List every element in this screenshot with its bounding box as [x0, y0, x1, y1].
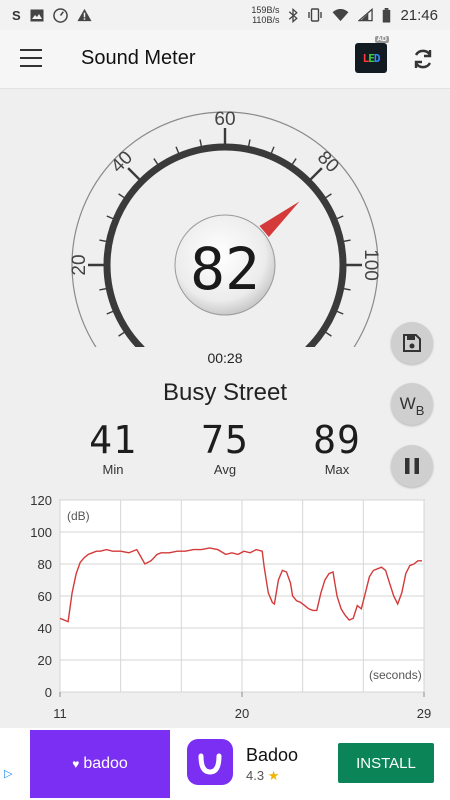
refresh-icon[interactable] [411, 47, 435, 71]
led-ad-text: LED [362, 51, 381, 65]
ad-brand-logo[interactable]: ♥ badoo [30, 730, 170, 798]
status-time: 21:46 [400, 6, 438, 24]
stat-max: 89 Max [287, 420, 387, 477]
gauge-tick-label: 100 [360, 249, 381, 281]
avg-label: Avg [213, 462, 237, 477]
status-right-icons: 159B/s 110B/s 21:46 [251, 5, 438, 25]
chart-y-tick-label: 80 [38, 557, 52, 572]
environment-label: Busy Street [162, 379, 288, 406]
gauge-tick-label: 20 [69, 254, 90, 275]
chart-x-ticks: 11 20 29 [53, 692, 431, 721]
chart-xlabel: (seconds) [369, 668, 422, 682]
app-title: Sound Meter [81, 47, 196, 69]
chart-y-tick-label: 60 [38, 589, 52, 604]
ad-app-name: Badoo [246, 745, 299, 765]
signal-icon [358, 8, 374, 22]
chart-y-ticks: 0 20 40 60 80 100 120 [30, 493, 52, 700]
bluetooth-icon [288, 7, 299, 23]
pause-button[interactable] [391, 445, 433, 487]
install-button[interactable]: INSTALL [338, 743, 434, 783]
ad-badge: AD [374, 36, 389, 43]
vibrate-icon [307, 8, 323, 22]
menu-icon[interactable] [20, 49, 42, 67]
stat-min: 41 Min [63, 420, 163, 477]
net-speed: 159B/s 110B/s [251, 5, 279, 25]
chart-y-tick-label: 40 [38, 621, 52, 636]
gauge-needle [259, 201, 300, 238]
ad-rating-value: 4.3 [246, 768, 265, 783]
heart-icon: ♥ [72, 757, 80, 771]
chart-x-tick-label: 11 [53, 706, 67, 721]
s-icon: S [12, 7, 21, 23]
chart-ylabel: (dB) [67, 509, 90, 523]
battery-icon [382, 7, 391, 23]
current-db-readout: 82 [190, 235, 260, 303]
gauge-tick-label: 60 [214, 109, 235, 130]
led-ad-button[interactable]: LED AD [355, 36, 389, 73]
ad-rating: 4.3 ★ [246, 768, 279, 784]
chart-y-tick-label: 0 [45, 685, 52, 700]
wifi-icon [332, 8, 349, 22]
net-down: 110B/s [252, 15, 280, 25]
pause-icon [405, 458, 419, 474]
ad-banner[interactable]: ▷ ♥ badoo Badoo 4.3 ★ INSTALL [0, 728, 450, 800]
chart-x-tick-label: 29 [417, 706, 431, 721]
chart-y-tick-label: 120 [30, 493, 52, 508]
min-value: 41 [89, 418, 137, 462]
weighting-label: WB [399, 394, 425, 418]
adchoices-icon[interactable]: ▷ [4, 767, 12, 780]
min-label: Min [102, 462, 124, 477]
star-icon: ★ [267, 768, 280, 783]
save-icon [403, 334, 421, 352]
weighting-button[interactable]: WB [391, 383, 433, 425]
warning-icon [77, 8, 92, 22]
chart-x-tick-label: 20 [235, 706, 249, 721]
speedometer-icon [52, 7, 68, 23]
status-bar: S 159B/s 110B/s 21:46 [0, 0, 450, 30]
max-value: 89 [313, 418, 361, 462]
max-label: Max [324, 462, 350, 477]
db-history-chart: 0 20 40 60 80 100 120 11 20 29 (dB) (seconds) [30, 493, 431, 721]
decibel-gauge: 20406080100120 82 [69, 109, 381, 347]
image-icon [30, 9, 44, 22]
chart-y-tick-label: 100 [30, 525, 52, 540]
stat-avg: 75 Avg [175, 420, 275, 477]
save-button[interactable] [391, 322, 433, 364]
gauge-major-tick [307, 167, 323, 183]
ad-brand-logo-text: badoo [83, 755, 128, 772]
chart-y-tick-label: 20 [38, 653, 52, 668]
ad-app-icon[interactable] [187, 739, 233, 785]
net-up: 159B/s [251, 5, 280, 15]
gauge-major-tick [127, 167, 143, 183]
status-left-icons: S [12, 7, 92, 23]
elapsed-timer: 00:28 [207, 350, 243, 366]
avg-value: 75 [201, 418, 249, 462]
